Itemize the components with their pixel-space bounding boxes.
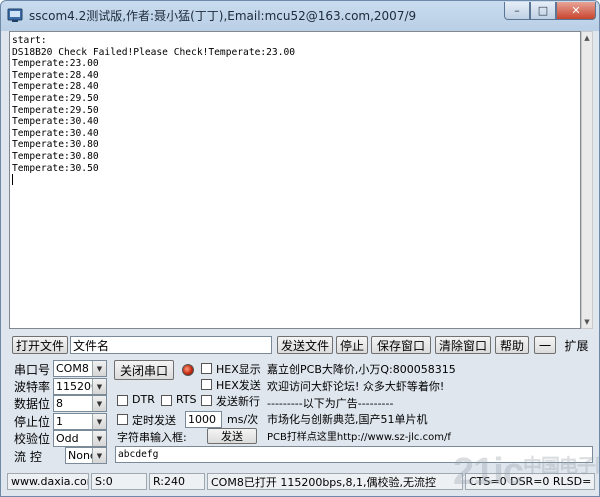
- collapse-button[interactable]: 一: [534, 336, 556, 354]
- open-file-button[interactable]: 打开文件: [12, 336, 68, 354]
- parity-value: Odd: [56, 432, 79, 445]
- chevron-down-icon: ▼: [92, 448, 106, 463]
- hex-send-label: HEX发送: [216, 379, 261, 392]
- maximize-button[interactable]: □: [530, 2, 556, 20]
- stopbits-value: 1: [56, 415, 63, 428]
- databits-label: 数据位: [14, 397, 51, 411]
- parity-label: 校验位: [14, 432, 51, 446]
- stopbits-select[interactable]: 1 ▼: [53, 413, 107, 430]
- stopbits-label: 停止位: [14, 415, 51, 429]
- terminal-line: Temperate:30.40: [12, 127, 99, 139]
- expand-button[interactable]: 扩展: [560, 336, 593, 354]
- save-window-button[interactable]: 保存窗口: [371, 336, 431, 354]
- chevron-down-icon: ▼: [92, 379, 106, 394]
- terminal-line: Temperate:30.80: [12, 139, 99, 151]
- terminal-line: Temperate:30.50: [12, 162, 99, 174]
- status-port-info: COM8已打开 115200bps,8,1,偶校验,无流控: [207, 473, 463, 490]
- chevron-down-icon: ▼: [92, 431, 106, 446]
- terminal-line: Temperate:28.40: [12, 81, 99, 93]
- ad-line-2[interactable]: 欢迎访问大虾论坛! 众多大虾等着你!: [267, 378, 444, 394]
- ad-line-3: ---------以下为广告---------: [267, 397, 394, 410]
- port-status-led-icon: [182, 364, 194, 376]
- dtr-checkbox[interactable]: [117, 395, 128, 406]
- scroll-up-icon[interactable]: ▲: [582, 32, 592, 44]
- clear-window-button[interactable]: 清除窗口: [435, 336, 491, 354]
- ad-line-5[interactable]: PCB打样点这里http://www.sz-jlc.com/f: [267, 428, 451, 443]
- terminal-line: Temperate:29.50: [12, 92, 99, 104]
- chevron-down-icon: ▼: [92, 361, 106, 376]
- terminal-line: Temperate:28.40: [12, 69, 99, 81]
- parity-select[interactable]: Odd ▼: [53, 430, 107, 447]
- stop-button[interactable]: 停止: [336, 336, 368, 354]
- status-received-count: R:240: [149, 473, 205, 490]
- baud-label: 波特率: [14, 380, 51, 394]
- send-newline-checkbox[interactable]: [201, 395, 212, 406]
- flow-label: 流 控: [14, 450, 42, 464]
- close-icon: ✕: [571, 4, 581, 17]
- title-bar[interactable]: sscom4.2测试版,作者:聂小猛(丁丁),Email:mcu52@163.c…: [1, 1, 599, 29]
- terminal-line: Temperate:30.80: [12, 150, 99, 162]
- baud-select[interactable]: 115200 ▼: [53, 378, 107, 395]
- scroll-down-icon[interactable]: ▼: [582, 316, 592, 328]
- ad-line-4[interactable]: 市场化与创新典范,国产51单片机: [267, 411, 428, 427]
- databits-value: 8: [56, 397, 63, 410]
- minimize-icon: –: [514, 4, 520, 17]
- receive-area[interactable]: start: DS18B20 Check Failed!Please Check!…: [9, 31, 581, 329]
- hex-send-checkbox[interactable]: [201, 379, 212, 390]
- vertical-scrollbar[interactable]: ▲ ▼: [581, 31, 593, 329]
- terminal-line: Temperate:30.40: [12, 116, 99, 128]
- send-button[interactable]: 发送: [207, 428, 257, 444]
- port-select[interactable]: COM8 ▼: [53, 360, 107, 377]
- help-button[interactable]: 帮助: [495, 336, 529, 354]
- string-input-label: 字符串输入框:: [117, 431, 187, 444]
- hex-display-label: HEX显示: [216, 363, 261, 376]
- interval-input[interactable]: 1000: [185, 411, 222, 428]
- status-site[interactable]: www.daxia.com: [7, 473, 89, 490]
- port-label: 串口号: [14, 363, 51, 377]
- timed-send-checkbox[interactable]: [117, 414, 128, 425]
- timed-send-label: 定时发送: [132, 414, 176, 427]
- chevron-down-icon: ▼: [92, 414, 106, 429]
- maximize-icon: □: [537, 4, 549, 17]
- send-file-button[interactable]: 发送文件: [277, 336, 333, 354]
- file-name-field[interactable]: 文件名: [70, 336, 272, 354]
- send-newline-label: 发送新行: [216, 395, 260, 408]
- terminal-line: DS18B20 Check Failed!Please Check!Temper…: [12, 46, 296, 58]
- minimize-button[interactable]: –: [504, 2, 530, 20]
- app-icon: [7, 8, 23, 22]
- flow-select[interactable]: None ▼: [65, 447, 107, 464]
- close-port-button[interactable]: 关闭串口: [114, 360, 174, 380]
- hex-display-checkbox[interactable]: [201, 363, 212, 374]
- port-value: COM8: [56, 362, 89, 375]
- status-sent-count: S:0: [91, 473, 147, 490]
- chevron-down-icon: ▼: [92, 396, 106, 411]
- terminal-line: Temperate:29.50: [12, 104, 99, 116]
- interval-unit-label: ms/次: [227, 413, 259, 426]
- rts-checkbox[interactable]: [161, 395, 172, 406]
- terminal-line: Temperate:23.00: [12, 58, 99, 70]
- watermark-logo: 21ic中国电子网: [453, 451, 599, 493]
- close-button[interactable]: ✕: [556, 2, 596, 20]
- app-window: sscom4.2测试版,作者:聂小猛(丁丁),Email:mcu52@163.c…: [0, 0, 600, 497]
- dtr-label: DTR: [132, 393, 155, 406]
- ad-line-1[interactable]: 嘉立创PCB大降价,小万Q:800058315: [267, 361, 456, 377]
- rts-label: RTS: [176, 393, 197, 406]
- terminal-line: start:: [12, 35, 47, 46]
- window-title: sscom4.2测试版,作者:聂小猛(丁丁),Email:mcu52@163.c…: [29, 9, 417, 23]
- databits-select[interactable]: 8 ▼: [53, 395, 107, 412]
- text-caret: [12, 174, 13, 186]
